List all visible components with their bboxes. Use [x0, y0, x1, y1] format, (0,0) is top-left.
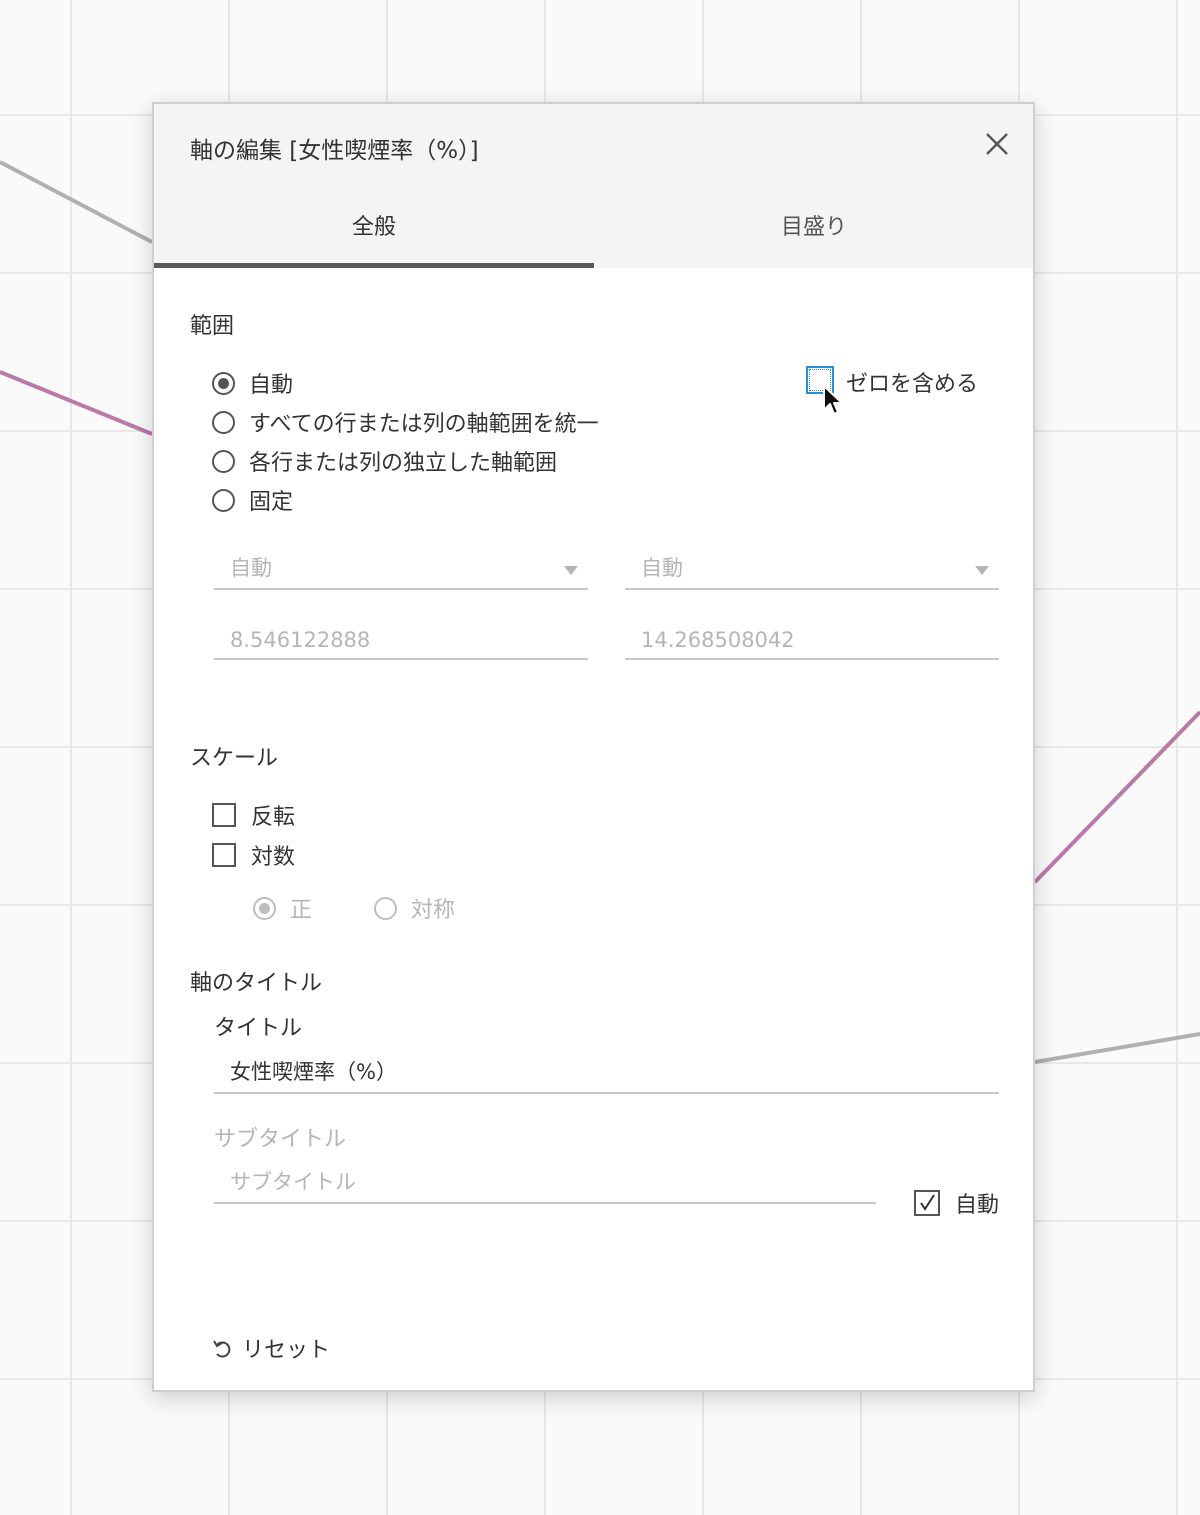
- chevron-down-icon: [564, 566, 578, 575]
- range-option-label: すべての行または列の軸範囲を統一: [249, 412, 599, 437]
- title-label: タイトル: [214, 1016, 303, 1041]
- subtitle-auto-label: 自動: [955, 1193, 1000, 1218]
- radio-button[interactable]: [212, 410, 235, 434]
- chevron-down-icon: [975, 566, 989, 575]
- purple-series-line-left: [0, 370, 153, 436]
- subtitle-placeholder: サブタイトル: [230, 1170, 356, 1194]
- range-option-label: 自動: [249, 373, 294, 398]
- subtitle-input[interactable]: サブタイトル: [214, 1164, 876, 1204]
- purple-series-line-right: [1033, 710, 1200, 884]
- range-option-label: 固定: [249, 490, 294, 515]
- dialog-title: 軸の編集 [女性喫煙率（%）]: [190, 138, 479, 164]
- title-input-value: 女性喫煙率（%）: [230, 1060, 397, 1084]
- mouse-pointer-icon: [823, 385, 843, 415]
- range-start-value: 8.546122888: [230, 628, 371, 652]
- tab-general[interactable]: 全般: [154, 204, 594, 268]
- gray-series-line-left: [0, 160, 153, 244]
- reverse-checkbox[interactable]: [212, 803, 236, 827]
- radio-button[interactable]: [212, 449, 235, 473]
- gray-series-line-right: [1034, 1032, 1200, 1064]
- check-icon: [920, 1194, 935, 1211]
- radio-button[interactable]: [212, 371, 235, 395]
- range-option-independent[interactable]: 各行または列の独立した軸範囲: [212, 445, 557, 477]
- tab-ticks[interactable]: 目盛り: [594, 204, 1034, 268]
- scale-log-option[interactable]: 対数: [212, 839, 295, 871]
- range-option-uniform[interactable]: すべての行または列の軸範囲を統一: [212, 406, 599, 438]
- log-label: 対数: [251, 845, 296, 870]
- close-icon[interactable]: [983, 130, 1011, 158]
- title-input[interactable]: 女性喫煙率（%）: [214, 1054, 999, 1094]
- range-end-select[interactable]: 自動: [625, 550, 999, 590]
- range-end-value: 14.268508042: [641, 628, 795, 652]
- include-zero-label: ゼロを含める: [846, 372, 979, 397]
- log-option-label: 正: [290, 898, 313, 923]
- range-start-select-value: 自動: [230, 556, 272, 580]
- radio-button[interactable]: [374, 896, 397, 920]
- range-option-auto[interactable]: 自動: [212, 367, 293, 399]
- log-option-symmetric[interactable]: 対称: [374, 892, 455, 924]
- dialog-header: 軸の編集 [女性喫煙率（%）] 全般 目盛り: [154, 104, 1033, 268]
- radio-button[interactable]: [212, 488, 235, 512]
- range-option-fixed[interactable]: 固定: [212, 484, 293, 516]
- range-start-select[interactable]: 自動: [214, 550, 588, 590]
- reverse-label: 反転: [251, 805, 296, 830]
- range-start-input[interactable]: 8.546122888: [214, 620, 588, 660]
- subtitle-auto-checkbox[interactable]: [914, 1190, 940, 1216]
- reset-label: リセット: [242, 1338, 331, 1363]
- subtitle-auto-option[interactable]: 自動: [914, 1187, 999, 1219]
- reset-button[interactable]: リセット: [212, 1332, 330, 1364]
- axis-title-heading: 軸のタイトル: [190, 971, 323, 996]
- range-end-select-value: 自動: [641, 556, 683, 580]
- scale-reverse-option[interactable]: 反転: [212, 799, 295, 831]
- edit-axis-dialog: 軸の編集 [女性喫煙率（%）] 全般 目盛り 範囲 自動 すべての行または列の軸…: [152, 102, 1035, 1392]
- log-checkbox[interactable]: [212, 843, 236, 867]
- range-option-label: 各行または列の独立した軸範囲: [249, 451, 558, 476]
- log-option-positive[interactable]: 正: [253, 892, 312, 924]
- range-end-input[interactable]: 14.268508042: [625, 620, 999, 660]
- subtitle-label: サブタイトル: [214, 1127, 347, 1152]
- range-heading: 範囲: [190, 314, 235, 339]
- log-option-label: 対称: [411, 898, 456, 923]
- radio-button[interactable]: [253, 896, 276, 920]
- scale-heading: スケール: [190, 746, 279, 771]
- reset-icon: [213, 1340, 231, 1358]
